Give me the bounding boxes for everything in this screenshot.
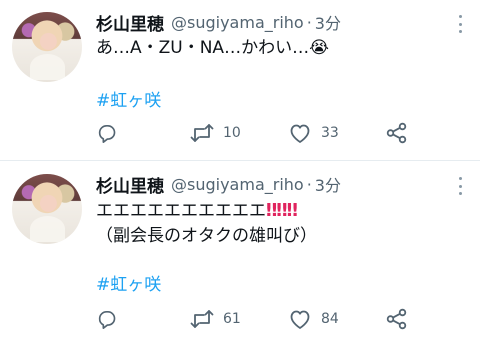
tweet-header: 杉山里穂 @sugiyama_riho · 3分 (96, 172, 341, 197)
retweet-icon (190, 124, 214, 142)
share-icon (386, 122, 407, 144)
like-count: 84 (321, 311, 339, 327)
like-icon (290, 310, 310, 329)
tweet-1[interactable]: 杉山里穂 @sugiyama_riho · 3分 あ…A・ZU・NA…かわい…😭… (0, 0, 480, 160)
retweet-button[interactable]: 10 (190, 122, 241, 144)
retweet-icon (190, 310, 214, 328)
separator: · (306, 12, 312, 32)
more-icon[interactable] (456, 177, 464, 195)
author-handle[interactable]: @sugiyama_riho (171, 175, 304, 194)
share-button[interactable] (386, 308, 408, 330)
timestamp[interactable]: 3分 (315, 172, 341, 196)
share-icon (386, 308, 407, 330)
author-name[interactable]: 杉山里穂 (96, 10, 164, 35)
divider (0, 160, 480, 161)
author-name[interactable]: 杉山里穂 (96, 172, 164, 197)
tweet-text-line: エエエエエエエエエエ‼‼‼ (96, 198, 466, 224)
tweet-text-line: （副会長のオタクの雄叫び） (96, 226, 317, 246)
retweet-count: 61 (223, 311, 241, 327)
avatar[interactable] (12, 12, 82, 82)
like-icon (290, 124, 310, 143)
like-button[interactable]: 84 (288, 308, 339, 330)
exclamation-emoji: ‼‼‼ (266, 200, 298, 221)
tweet-header: 杉山里穂 @sugiyama_riho · 3分 (96, 10, 341, 35)
tweet-2[interactable]: 杉山里穂 @sugiyama_riho · 3分 エエエエエエエエエエ‼‼‼ （… (0, 162, 480, 345)
author-handle[interactable]: @sugiyama_riho (171, 13, 304, 32)
like-button[interactable]: 33 (288, 122, 339, 144)
retweet-count: 10 (223, 125, 241, 141)
reply-button[interactable] (96, 308, 127, 330)
timestamp[interactable]: 3分 (315, 10, 341, 34)
tweet-actions: 61 84 (96, 308, 416, 330)
more-icon[interactable] (456, 15, 464, 33)
retweet-button[interactable]: 61 (190, 308, 241, 330)
tweet-text: エエエエエエエエエエ‼‼‼ （副会長のオタクの雄叫び） (96, 198, 466, 249)
avatar[interactable] (12, 174, 82, 244)
reply-button[interactable] (96, 122, 127, 144)
reply-icon (98, 125, 116, 143)
hashtag-link[interactable]: #虹ヶ咲 (96, 270, 161, 295)
separator: · (306, 174, 312, 194)
hashtag-link[interactable]: #虹ヶ咲 (96, 86, 161, 111)
share-button[interactable] (386, 122, 408, 144)
tweet-text-line: あ…A・ZU・NA…かわい…😭 (96, 38, 329, 58)
reply-icon (98, 311, 116, 329)
tweet-text-shout: エエエエエエエエエエ (96, 201, 266, 221)
tweet-text: あ…A・ZU・NA…かわい…😭 (96, 36, 466, 61)
like-count: 33 (321, 125, 339, 141)
tweet-actions: 10 33 (96, 122, 416, 144)
